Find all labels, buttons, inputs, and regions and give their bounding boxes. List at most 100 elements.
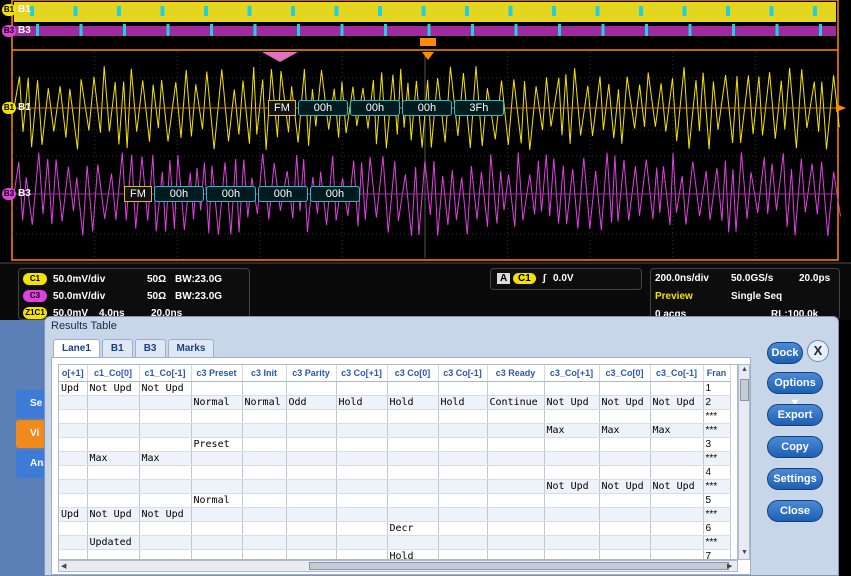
- overview-packet-marker: [558, 24, 561, 36]
- column-header[interactable]: c3 Co[+1]: [336, 365, 388, 382]
- b1-top-tag[interactable]: B1 B1: [2, 4, 31, 16]
- table-cell: 1: [703, 381, 731, 396]
- options-button[interactable]: Options ▼: [767, 372, 823, 409]
- scroll-up-icon[interactable]: ▲: [741, 366, 748, 373]
- readout-bar: C1 50.0mV/div 50Ω BW:23.0G C3 50.0mV/div…: [0, 262, 851, 320]
- table-row[interactable]: Max Max Max ***: [59, 423, 731, 438]
- column-header[interactable]: o[+1]: [59, 365, 88, 382]
- column-header[interactable]: c3 Ready: [487, 365, 545, 382]
- bus-b3-frame-label: FM: [124, 186, 152, 202]
- overview-packet-marker: [204, 6, 208, 16]
- table-cell: Normal: [191, 395, 243, 410]
- column-header[interactable]: Fran: [703, 365, 731, 382]
- vertical-settings-box[interactable]: C1 50.0mV/div 50Ω BW:23.0G C3 50.0mV/div…: [18, 268, 250, 320]
- table-cell: [286, 521, 337, 536]
- table-cell: Not Upd: [139, 507, 192, 522]
- table-row[interactable]: Preset 3: [59, 437, 731, 452]
- table-cell: [242, 479, 287, 494]
- table-cell: Decr: [387, 521, 439, 536]
- table-cell: [286, 451, 337, 466]
- table-cell: [599, 507, 651, 522]
- column-header[interactable]: c3 Parity: [286, 365, 337, 382]
- scroll-left-icon[interactable]: ◀: [61, 562, 66, 570]
- table-cell: Normal: [191, 493, 243, 508]
- table-cell: Max: [87, 451, 140, 466]
- settings-button[interactable]: Settings: [767, 468, 823, 490]
- table-cell: [438, 451, 488, 466]
- b1-channel-tag[interactable]: B1 B1: [2, 102, 31, 114]
- column-header[interactable]: c3 Preset: [191, 365, 243, 382]
- tab-marks[interactable]: Marks: [167, 339, 215, 357]
- table-cell: [286, 479, 337, 494]
- table-cell: [191, 507, 243, 522]
- c3-readout[interactable]: C3 50.0mV/div 50Ω BW:23.0G: [23, 288, 222, 304]
- b3-top-tag[interactable]: B3 B3: [2, 25, 31, 37]
- table-row[interactable]: Max Max ***: [59, 451, 731, 466]
- c1-readout[interactable]: C1 50.0mV/div 50Ω BW:23.0G: [23, 271, 222, 287]
- table-row[interactable]: Not Upd Not Upd Not Upd ***: [59, 479, 731, 494]
- scroll-down-icon[interactable]: ▼: [741, 549, 748, 556]
- table-cell: ***: [703, 423, 731, 438]
- column-header[interactable]: c3_Co[0]: [599, 365, 651, 382]
- overview-packet-marker: [36, 24, 39, 36]
- column-header[interactable]: c3_Co[-1]: [650, 365, 704, 382]
- export-button[interactable]: Export: [767, 404, 823, 426]
- overview-packet-marker: [595, 6, 600, 16]
- close-button[interactable]: Close: [767, 500, 823, 522]
- b3-channel-tag[interactable]: B3 B3: [2, 188, 31, 200]
- table-cell: ***: [703, 479, 731, 494]
- close-x-button[interactable]: X: [807, 340, 829, 362]
- horizontal-scrollbar[interactable]: ◀ ▶: [58, 560, 738, 572]
- dialog-title: Results Table: [51, 320, 117, 332]
- table-cell: [191, 451, 243, 466]
- table-row[interactable]: Normal Normal Odd Hold Hold Hold Continue Not U…: [59, 395, 731, 410]
- table-cell: [286, 423, 337, 438]
- table-cell: [650, 381, 704, 396]
- column-header[interactable]: c1_Co[-1]: [139, 365, 192, 382]
- bus-b3-value: 00h: [309, 186, 360, 202]
- horizontal-settings-box[interactable]: 200.0ns/div 50.0GS/s 20.0ps Preview Sing…: [650, 268, 840, 320]
- column-header[interactable]: c3_Co[+1]: [544, 365, 600, 382]
- tab-lane1[interactable]: Lane1: [53, 339, 100, 357]
- vertical-scroll-thumb[interactable]: [740, 379, 749, 401]
- trigger-readout[interactable]: A C1 ∫ 0.0V: [490, 268, 642, 290]
- table-row[interactable]: Normal 5: [59, 493, 731, 508]
- table-row[interactable]: Updated ***: [59, 535, 731, 550]
- overview-packet-marker: [427, 24, 431, 36]
- table-cell: [242, 465, 287, 480]
- overview-packet-marker: [688, 24, 692, 36]
- bus-b3-value: 00h: [257, 186, 308, 202]
- scroll-right-icon[interactable]: ▶: [727, 562, 732, 570]
- table-row[interactable]: Upd Not Upd Not Upd 1: [59, 381, 731, 396]
- table-cell: 7: [703, 549, 731, 559]
- table-cell: [387, 423, 439, 438]
- table-cell: [487, 437, 545, 452]
- table-row[interactable]: Hold 7: [59, 549, 731, 559]
- column-header[interactable]: c3 Init: [242, 365, 287, 382]
- dock-button[interactable]: Dock: [767, 342, 803, 364]
- table-cell: [286, 549, 337, 559]
- vertical-scrollbar[interactable]: ▲ ▼: [738, 364, 750, 560]
- table-row[interactable]: Decr 6: [59, 521, 731, 536]
- horizontal-scroll-thumb[interactable]: [309, 562, 729, 570]
- table-cell: [487, 521, 545, 536]
- b3-top-label: B3: [18, 25, 31, 36]
- table-row[interactable]: Upd Not Upd Not Upd ***: [59, 507, 731, 522]
- column-header[interactable]: c3 Co[0]: [387, 365, 439, 382]
- table-body: Upd Not Upd Not Upd 1 Normal Normal Odd Hold Hol…: [59, 381, 731, 559]
- table-cell: 2: [703, 395, 731, 410]
- tab-b1[interactable]: B1: [101, 339, 133, 357]
- b3-label: B3: [18, 188, 31, 199]
- table-cell: Normal: [242, 395, 287, 410]
- column-header[interactable]: c1_Co[0]: [87, 365, 140, 382]
- waveform-display[interactable]: B1 B1 B3 B3 B1 B1 B3 B3 FM 00h 00h 00h 3Fh F…: [0, 0, 851, 262]
- results-table-container[interactable]: o[+1] c1_Co[0] c1_Co[-1] c3 Preset c3 Init c3…: [58, 364, 738, 560]
- tab-b3[interactable]: B3: [134, 339, 166, 357]
- table-row[interactable]: ***: [59, 409, 731, 424]
- table-cell: [87, 437, 140, 452]
- c1-scale: 50.0mV/div: [53, 273, 106, 285]
- copy-button[interactable]: Copy: [767, 436, 823, 458]
- column-header[interactable]: c3 Co[-1]: [438, 365, 488, 382]
- table-row[interactable]: 4: [59, 465, 731, 480]
- b1-top-badge: B1: [2, 4, 16, 16]
